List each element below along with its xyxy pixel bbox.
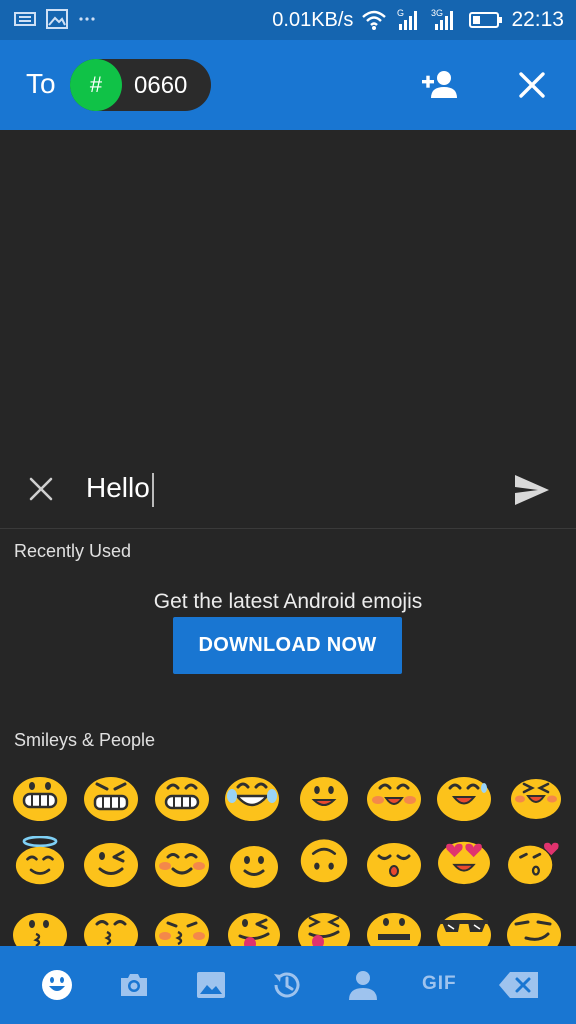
gallery-icon[interactable] bbox=[194, 968, 228, 1002]
gif-tab[interactable]: GIF bbox=[422, 973, 457, 995]
signal-sim2-icon: 3G bbox=[431, 8, 454, 30]
upside-down-face-emoji-icon[interactable] bbox=[296, 834, 352, 884]
promo-text: Get the latest Android emojis bbox=[153, 590, 423, 613]
clear-text-icon[interactable] bbox=[28, 476, 54, 502]
blushing-face-emoji-icon[interactable] bbox=[154, 838, 210, 888]
face-blowing-kiss-emoji-icon[interactable] bbox=[506, 836, 562, 886]
svg-text:3G: 3G bbox=[431, 8, 443, 18]
grinning-smiling-eyes-emoji-icon[interactable] bbox=[154, 772, 210, 822]
battery-icon bbox=[469, 12, 503, 28]
contact-icon[interactable] bbox=[346, 968, 380, 1002]
download-now-button[interactable]: DOWNLOAD NOW bbox=[173, 617, 402, 674]
winking-face-emoji-icon[interactable] bbox=[83, 838, 139, 888]
add-person-icon[interactable] bbox=[422, 68, 458, 100]
compose-bar: Hello bbox=[0, 450, 576, 529]
smileys-people-title: Smileys & People bbox=[14, 730, 156, 750]
grinning-face-emoji-icon[interactable] bbox=[12, 772, 68, 822]
status-bar: 0.01KB/s G 3G 22:13 bbox=[0, 0, 576, 40]
text-cursor bbox=[151, 472, 154, 507]
wifi-icon bbox=[362, 10, 387, 30]
message-area bbox=[0, 130, 576, 450]
heart-eyes-emoji-icon[interactable] bbox=[436, 836, 492, 886]
camera-icon[interactable] bbox=[117, 968, 151, 1002]
smiling-face-emoji-icon[interactable] bbox=[296, 772, 352, 822]
svg-text:G: G bbox=[397, 8, 404, 18]
recent-history-icon[interactable] bbox=[270, 968, 304, 1002]
emoji-grid bbox=[0, 768, 576, 946]
message-text: Hello bbox=[86, 472, 150, 503]
usb-icon bbox=[14, 12, 36, 26]
tongue-wink-emoji-icon[interactable] bbox=[226, 908, 282, 946]
sunglasses-face-emoji-icon[interactable] bbox=[436, 908, 492, 946]
recipient-avatar: # bbox=[70, 59, 122, 111]
halo-face-emoji-icon[interactable] bbox=[12, 836, 68, 886]
compose-header: To # 0660 bbox=[0, 40, 576, 130]
image-icon bbox=[46, 9, 68, 29]
laughing-face-emoji-icon[interactable] bbox=[508, 772, 564, 822]
more-notifications-icon bbox=[79, 17, 95, 21]
slightly-smiling-emoji-icon[interactable] bbox=[228, 840, 284, 890]
network-speed: 0.01KB/s bbox=[272, 8, 354, 31]
emoji-category-bar: GIF bbox=[0, 946, 576, 1024]
send-icon[interactable] bbox=[514, 474, 550, 506]
to-label: To bbox=[26, 68, 56, 99]
recipient-chip[interactable]: # 0660 bbox=[70, 59, 211, 111]
recipient-number: 0660 bbox=[134, 72, 188, 99]
clock: 22:13 bbox=[511, 8, 564, 31]
money-mouth-emoji-icon[interactable] bbox=[366, 908, 422, 946]
tears-of-joy-emoji-icon[interactable] bbox=[224, 772, 280, 822]
kissing-smiling-eyes-emoji-icon[interactable] bbox=[83, 908, 139, 946]
message-input[interactable]: Hello bbox=[86, 472, 154, 507]
relieved-face-emoji-icon[interactable] bbox=[366, 838, 422, 888]
smirking-face-emoji-icon[interactable] bbox=[506, 908, 562, 946]
backspace-icon[interactable] bbox=[498, 968, 540, 1002]
kissing-face-emoji-icon[interactable] bbox=[12, 908, 68, 946]
smiling-open-mouth-emoji-icon[interactable] bbox=[366, 772, 422, 822]
signal-sim1-icon: G bbox=[397, 8, 418, 30]
kissing-closed-eyes-emoji-icon[interactable] bbox=[154, 908, 210, 946]
close-icon[interactable] bbox=[516, 69, 548, 101]
squinting-tongue-emoji-icon[interactable] bbox=[296, 908, 352, 946]
persevering-face-emoji-icon[interactable] bbox=[83, 772, 139, 822]
sweat-smile-emoji-icon[interactable] bbox=[436, 772, 492, 822]
recently-used-title: Recently Used bbox=[14, 541, 132, 561]
smiley-category-icon[interactable] bbox=[40, 968, 74, 1002]
